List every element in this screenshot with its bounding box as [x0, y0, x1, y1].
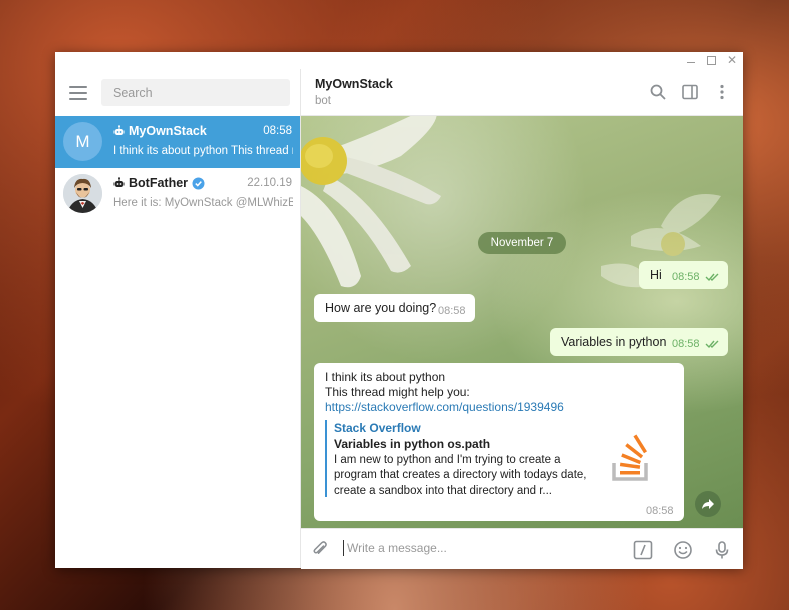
- chat-time: 08:58: [263, 125, 292, 137]
- bot-icon: [113, 125, 125, 135]
- message-bubble-incoming: How are you doing? 08:58: [314, 294, 475, 322]
- message-text: I think its about python: [325, 370, 446, 384]
- message-text: How are you doing?: [325, 301, 437, 315]
- message-bubble-incoming-link: I think its about python This thread mig…: [314, 363, 684, 521]
- chat-list-panel: Search M MyOwnStack 08:58 I think its ab…: [55, 69, 301, 568]
- message-area: November 7 Hi 08:58 How are you doing? 0…: [301, 116, 743, 528]
- conversation-panel: MyOwnStack bot November 7 Hi 08:58 How a…: [301, 69, 743, 569]
- chat-subtitle: bot: [315, 95, 331, 107]
- avatar: [63, 174, 102, 213]
- chat-name: BotFather: [129, 176, 189, 190]
- double-check-icon: [705, 273, 719, 282]
- chat-time: 22.10.19: [247, 177, 292, 189]
- bot-icon: [113, 177, 125, 187]
- close-button[interactable]: ✕: [722, 52, 742, 69]
- chat-item-myownstack[interactable]: M MyOwnStack 08:58 I think its about pyt…: [55, 116, 300, 168]
- message-composer: Write a message...: [301, 528, 743, 569]
- message-time: 08:58: [646, 505, 674, 517]
- link-preview-description: I am new to python and I'm trying to cre…: [334, 454, 587, 497]
- chat-header: MyOwnStack bot: [301, 69, 743, 116]
- link-preview-bar: [325, 420, 327, 497]
- side-panel-icon[interactable]: [681, 83, 699, 101]
- search-icon[interactable]: [649, 83, 667, 101]
- attach-icon[interactable]: [311, 540, 329, 558]
- avatar: M: [63, 122, 102, 161]
- message-time: 08:58: [438, 305, 466, 317]
- link-preview-site[interactable]: Stack Overflow: [334, 421, 421, 435]
- message-text: Hi: [650, 268, 662, 282]
- text-cursor: [343, 540, 344, 556]
- message-input[interactable]: Write a message...: [347, 541, 447, 555]
- more-options-icon[interactable]: [713, 83, 731, 101]
- title-bar: ✕: [55, 52, 743, 69]
- date-separator: November 7: [478, 232, 566, 254]
- botfather-avatar-image: [63, 174, 102, 213]
- bot-command-icon[interactable]: [633, 540, 653, 560]
- emoji-icon[interactable]: [673, 540, 693, 560]
- search-placeholder: Search: [113, 86, 153, 100]
- search-input[interactable]: Search: [101, 79, 290, 106]
- chat-item-botfather[interactable]: BotFather 22.10.19 Here it is: MyOwnStac…: [55, 168, 300, 220]
- minimize-button[interactable]: [681, 52, 701, 69]
- double-check-icon: [705, 340, 719, 349]
- link-preview-title: Variables in python os.path: [334, 437, 491, 451]
- message-link[interactable]: https://stackoverflow.com/questions/1939…: [325, 400, 564, 414]
- stackoverflow-logo-icon: [612, 434, 648, 481]
- verified-badge-icon: [192, 177, 205, 189]
- chat-name: MyOwnStack: [129, 124, 207, 138]
- chat-preview: I think its about python This thread mig…: [113, 145, 293, 157]
- forward-button[interactable]: [695, 491, 721, 517]
- maximize-button[interactable]: [701, 52, 721, 69]
- message-text: Variables in python: [561, 335, 667, 349]
- message-text: This thread might help you:: [325, 385, 470, 399]
- hamburger-menu-icon[interactable]: [69, 86, 87, 100]
- microphone-icon[interactable]: [712, 540, 732, 560]
- message-bubble-outgoing: Hi 08:58: [639, 261, 728, 289]
- message-bubble-outgoing: Variables in python 08:58: [550, 328, 728, 356]
- message-time: 08:58: [672, 338, 700, 350]
- telegram-window: ✕ Search M MyOwnStack 08:58 I think its …: [55, 52, 743, 569]
- message-time: 08:58: [672, 271, 700, 283]
- forward-icon: [702, 499, 714, 509]
- chat-preview: Here it is: MyOwnStack @MLWhizBot...: [113, 197, 293, 209]
- chat-title[interactable]: MyOwnStack: [315, 77, 393, 91]
